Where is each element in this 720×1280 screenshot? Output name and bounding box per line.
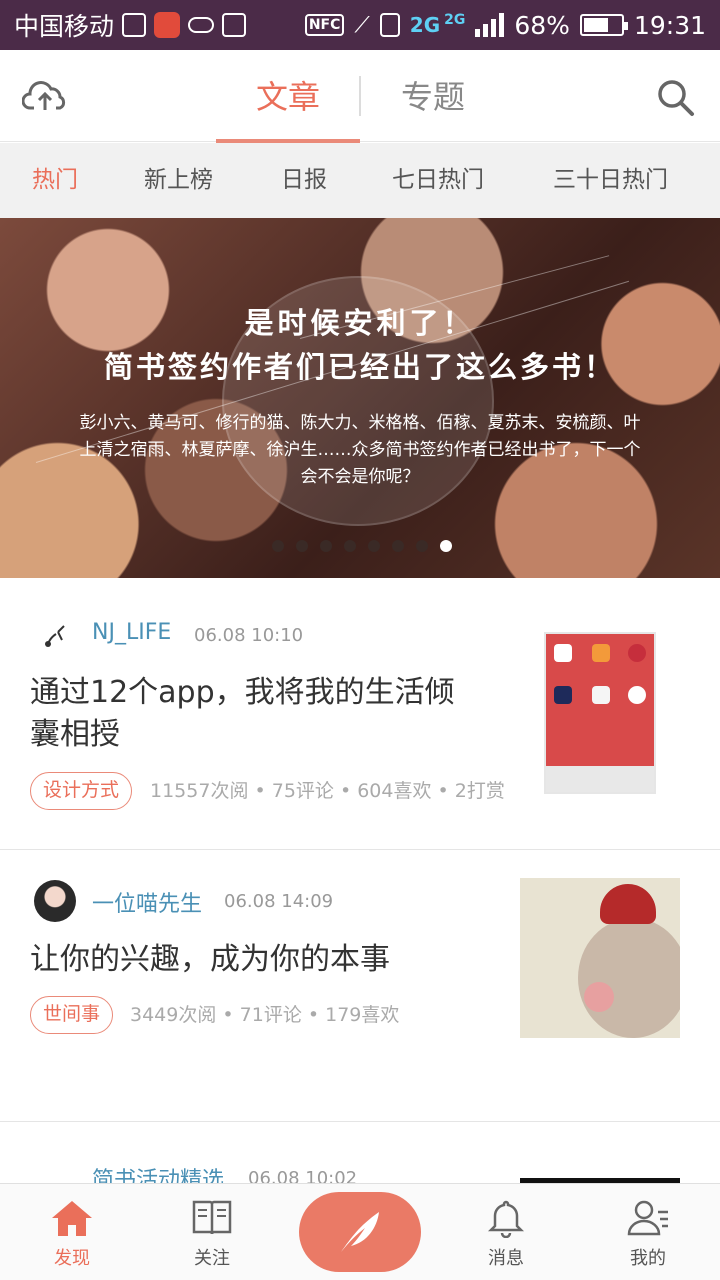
article-title-line: 让你的兴趣，成为你的本事 — [30, 942, 390, 977]
pagination-dot-active[interactable] — [440, 540, 452, 552]
tab-articles[interactable]: 文章 — [216, 50, 360, 143]
author-name[interactable]: NJ_LIFE — [92, 620, 171, 645]
banner-body-text: 彭小六、黄马可、修行的猫、陈大力、米格格、佰稼、夏苏末、安梳颜、叶上清之宿雨、林… — [79, 413, 641, 487]
pagination-dot[interactable] — [416, 540, 428, 552]
app-icon — [554, 644, 572, 662]
nav-follow[interactable]: 关注 — [140, 1184, 284, 1280]
promo-banner[interactable]: 是时候安利了！ 简书签约作者们已经出了这么多书！ 彭小六、黄马可、修行的猫、陈大… — [0, 218, 720, 578]
article-feed: NJ_LIFE 06.08 10:10 通过12个app，我将我的生活倾 囊相授… — [0, 578, 720, 1193]
user-icon — [627, 1200, 668, 1236]
signal-icon — [475, 13, 505, 37]
battery-icon — [579, 14, 628, 36]
pagination-dot[interactable] — [320, 540, 332, 552]
clock: 19:31 — [633, 10, 706, 40]
nav-label: 我的 — [630, 1248, 666, 1269]
write-article-button[interactable] — [299, 1192, 421, 1272]
publish-time: 06.08 10:10 — [194, 625, 304, 646]
article-tag[interactable]: 设计方式 — [30, 772, 133, 810]
banner-pagination — [0, 540, 720, 552]
nav-discover[interactable]: 发现 — [0, 1184, 144, 1280]
dock — [546, 766, 654, 792]
nfc-icon: NFC — [304, 14, 345, 36]
illustration-head — [578, 918, 680, 1038]
article-stats: 11557次阅 • 75评论 • 604喜欢 • 2打赏 — [150, 780, 505, 802]
article-card[interactable]: NJ_LIFE 06.08 10:10 通过12个app，我将我的生活倾 囊相授… — [0, 578, 720, 850]
weibo-icon — [154, 12, 181, 38]
app-icon — [628, 686, 646, 704]
network-type-label-2: 2G — [444, 12, 466, 28]
app-icon — [628, 644, 646, 662]
article-thumbnail[interactable] — [544, 632, 656, 794]
author-name[interactable]: 一位喵先生 — [92, 886, 202, 918]
publish-time: 06.08 14:09 — [224, 891, 334, 912]
category-7day[interactable]: 七日热门 — [392, 143, 484, 218]
battery-fill — [583, 18, 608, 32]
weather-icon — [188, 17, 215, 33]
gallery-icon — [122, 13, 147, 37]
pagination-dot[interactable] — [272, 540, 284, 552]
top-header: 文章 专题 — [0, 50, 720, 143]
author-avatar[interactable] — [34, 880, 76, 922]
article-title[interactable]: 让你的兴趣，成为你的本事 — [30, 939, 490, 981]
carrier-name: 中国移动 — [14, 12, 115, 41]
pagination-dot[interactable] — [368, 540, 380, 552]
nav-label: 发现 — [54, 1248, 90, 1269]
category-bar: 热门 新上榜 日报 七日热门 三十日热门 — [0, 143, 720, 218]
status-bar: 中国移动 NFC ⟋ 2G 2G 68% 19:31 — [0, 0, 720, 50]
bottom-navigation: 发现 关注 消息 我的 — [0, 1183, 720, 1280]
nav-profile[interactable]: 我的 — [576, 1184, 720, 1280]
vibrate-icon: ⟋ — [354, 12, 370, 38]
upload-notification-icon — [222, 13, 247, 37]
pagination-dot[interactable] — [296, 540, 308, 552]
bell-icon — [487, 1200, 525, 1238]
app-icon — [554, 686, 572, 704]
banner-headline: 是时候安利了！ — [244, 306, 476, 340]
pagination-dot[interactable] — [344, 540, 356, 552]
search-icon[interactable] — [656, 78, 696, 118]
article-thumbnail[interactable] — [520, 878, 680, 1038]
banner-subheadline: 简书签约作者们已经出了这么多书！ — [103, 350, 616, 384]
app-icon — [592, 644, 610, 662]
nav-messages[interactable]: 消息 — [434, 1184, 578, 1280]
nav-label: 消息 — [488, 1248, 524, 1269]
category-new[interactable]: 新上榜 — [144, 143, 213, 218]
category-daily[interactable]: 日报 — [281, 143, 327, 218]
tab-topics[interactable]: 专题 — [362, 50, 504, 142]
app-icon — [592, 686, 610, 704]
article-card[interactable]: 简书活动精选 06.08 10:02 — [0, 1122, 720, 1193]
category-hot[interactable]: 热门 — [32, 143, 78, 218]
article-tag[interactable]: 世间事 — [30, 996, 114, 1034]
article-stats: 3449次阅 • 71评论 • 179喜欢 — [130, 1004, 400, 1026]
illustration-crown — [600, 884, 656, 924]
illustration-cheek — [584, 982, 614, 1012]
book-icon — [192, 1200, 232, 1235]
tab-divider — [359, 76, 361, 116]
article-title-line: 囊相授 — [30, 717, 120, 752]
author-avatar[interactable] — [34, 614, 76, 656]
cloud-upload-icon[interactable] — [22, 76, 68, 116]
battery-percent: 68% — [514, 10, 570, 40]
category-30day[interactable]: 三十日热门 — [553, 143, 668, 218]
home-icon — [52, 1201, 92, 1236]
sim-alert-icon — [379, 13, 400, 37]
network-type-label: 2G — [409, 13, 441, 37]
article-title[interactable]: 通过12个app，我将我的生活倾 囊相授 — [30, 672, 500, 756]
pagination-dot[interactable] — [392, 540, 404, 552]
article-title-line: 通过12个app，我将我的生活倾 — [30, 675, 455, 710]
quill-icon — [341, 1212, 379, 1252]
article-card[interactable]: 一位喵先生 06.08 14:09 让你的兴趣，成为你的本事 世间事 3449次… — [0, 850, 720, 1122]
nav-label: 关注 — [194, 1248, 230, 1269]
